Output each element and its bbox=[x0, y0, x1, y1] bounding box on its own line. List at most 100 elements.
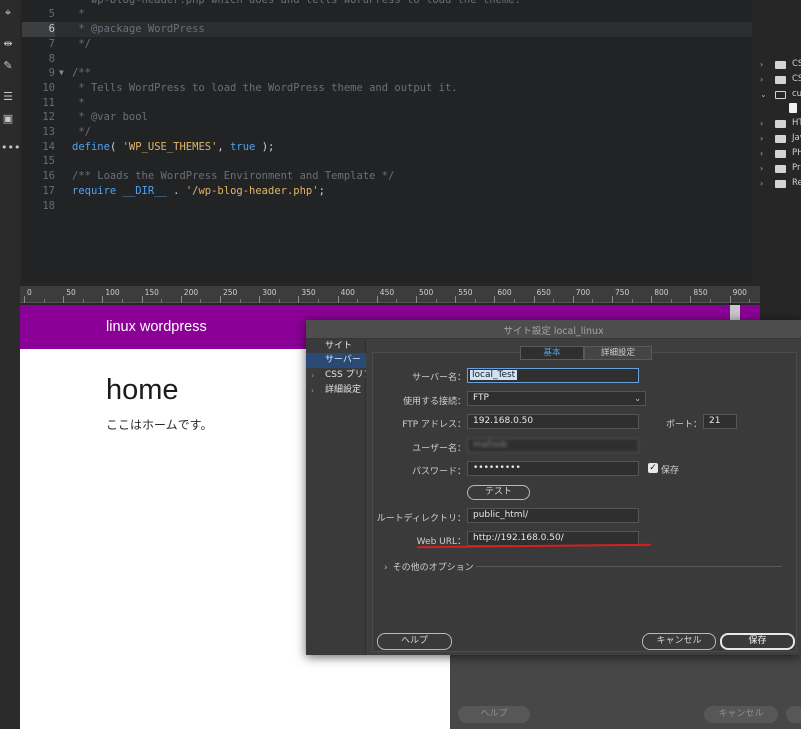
dialog-sidebar-label: CSS プリプロセッサー bbox=[325, 370, 366, 380]
code-token: ; bbox=[318, 184, 325, 197]
ruler-tick bbox=[690, 296, 692, 303]
code-text: * wp-blog-header.php which does and tell… bbox=[72, 0, 521, 7]
file-tree-label: cu bbox=[792, 89, 801, 99]
chevron-right-icon[interactable]: › bbox=[760, 146, 763, 161]
file-tree-item[interactable]: › PH bbox=[754, 146, 801, 161]
code-line[interactable]: 5 * bbox=[22, 7, 752, 22]
ruler-tick bbox=[337, 296, 339, 303]
code-editor[interactable]: * wp-blog-header.php which does and tell… bbox=[22, 0, 752, 283]
ruler-label: 900 bbox=[732, 288, 747, 297]
file-tree-item[interactable]: › Jav bbox=[754, 131, 801, 146]
code-token: /** bbox=[72, 67, 91, 80]
ruler-label: 300 bbox=[262, 288, 277, 297]
ruler-label: 750 bbox=[615, 288, 630, 297]
split-icon[interactable]: ⇹ bbox=[1, 37, 15, 51]
username-input[interactable]: mafoob bbox=[467, 438, 639, 453]
ruler-label: 150 bbox=[144, 288, 159, 297]
save-password-checkbox[interactable]: ✓ bbox=[648, 463, 658, 473]
connection-select[interactable]: FTP ⌄ bbox=[467, 391, 646, 406]
ruler-tick bbox=[259, 296, 261, 303]
ruler-label: 550 bbox=[458, 288, 473, 297]
code-line[interactable]: 11 * bbox=[22, 96, 752, 111]
code-line[interactable]: 18 bbox=[22, 199, 752, 214]
chevron-right-icon: › bbox=[311, 371, 315, 380]
wand-icon[interactable]: ✎ bbox=[1, 59, 15, 73]
code-text: define( 'WP_USE_THEMES', true ); bbox=[72, 140, 274, 155]
chevron-right-icon[interactable]: › bbox=[760, 176, 763, 191]
dialog-sidebar-item[interactable]: › CSS プリプロセッサー bbox=[306, 368, 366, 383]
ruler-tick bbox=[651, 296, 653, 303]
ruler-label: 0 bbox=[27, 288, 32, 297]
chevron-down-icon[interactable]: ⌄ bbox=[760, 87, 767, 102]
code-line[interactable]: 8 bbox=[22, 52, 752, 67]
chevron-right-icon[interactable]: › bbox=[760, 161, 763, 176]
code-token: * wp-blog-header.php which does and tell… bbox=[72, 0, 521, 6]
ruler-minor-tick bbox=[435, 299, 437, 303]
tab-advanced[interactable]: 詳細設定 bbox=[584, 346, 652, 360]
fold-triangle-icon[interactable]: ▼ bbox=[59, 66, 64, 81]
port-input[interactable]: 21 bbox=[703, 414, 737, 429]
cancel-button[interactable]: キャンセル bbox=[642, 633, 716, 650]
code-token: __DIR__ bbox=[122, 184, 167, 197]
ftp-address-input[interactable]: 192.168.0.50 bbox=[467, 414, 639, 429]
folder-icon bbox=[775, 135, 786, 143]
ruler-minor-tick bbox=[200, 299, 202, 303]
ruler-minor-tick bbox=[474, 299, 476, 303]
code-line[interactable]: 14 define( 'WP_USE_THEMES', true ); bbox=[22, 140, 752, 155]
code-line[interactable]: 16 /** Loads the WordPress Environment an… bbox=[22, 169, 752, 184]
ruler-tick bbox=[572, 296, 574, 303]
dialog-sidebar-item[interactable]: サイト bbox=[306, 339, 366, 354]
dialog-sidebar-label: サイト bbox=[325, 341, 353, 351]
code-line[interactable]: 10 * Tells WordPress to load the WordPre… bbox=[22, 81, 752, 96]
file-tree-item[interactable] bbox=[754, 101, 801, 116]
save-button[interactable]: 保存 bbox=[720, 633, 795, 650]
dialog-sidebar-item[interactable]: サーバー bbox=[306, 353, 366, 368]
code-line[interactable]: 13 */ bbox=[22, 125, 752, 140]
server-name-input[interactable]: local_Test bbox=[467, 368, 639, 383]
chevron-right-icon[interactable]: › bbox=[760, 72, 763, 87]
code-line[interactable]: 12 * @var bool bbox=[22, 110, 752, 125]
file-tree-item[interactable]: › CS bbox=[754, 57, 801, 72]
page-heading: home bbox=[106, 374, 179, 406]
chevron-right-icon[interactable]: › bbox=[760, 131, 763, 146]
code-line[interactable]: 7 */ bbox=[22, 37, 752, 52]
dialog-title: サイト設定 local_linux bbox=[503, 326, 604, 337]
inspect-icon[interactable]: ▣ bbox=[1, 112, 15, 126]
file-tree-item[interactable]: › CS bbox=[754, 72, 801, 87]
file-tree-item[interactable]: › Re bbox=[754, 176, 801, 191]
code-line[interactable]: 17 require __DIR__ . '/wp-blog-header.php… bbox=[22, 184, 752, 199]
line-number: 9 bbox=[48, 67, 55, 80]
code-text: */ bbox=[72, 37, 91, 52]
file-tree-item[interactable]: › HT bbox=[754, 116, 801, 131]
site-title[interactable]: linux wordpress bbox=[106, 319, 207, 335]
help-button[interactable]: ヘルプ bbox=[377, 633, 452, 650]
more-icon[interactable]: ••• bbox=[1, 141, 20, 155]
line-number: 10 bbox=[42, 81, 55, 94]
more-options-toggle[interactable]: › その他のオプション bbox=[384, 560, 474, 573]
background-cancel-button[interactable]: キャンセル bbox=[704, 706, 778, 723]
folder-icon bbox=[775, 120, 786, 128]
crosshair-icon[interactable]: ⌖ bbox=[1, 6, 15, 20]
dialog-titlebar[interactable]: サイト設定 local_linux bbox=[306, 320, 801, 339]
code-line[interactable]: 6 * @package WordPress bbox=[22, 22, 752, 37]
file-tree-item[interactable]: › Pr bbox=[754, 161, 801, 176]
code-line[interactable]: * wp-blog-header.php which does and tell… bbox=[22, 0, 752, 7]
file-icon bbox=[789, 103, 797, 113]
ruler-tick bbox=[180, 296, 182, 303]
background-save-button[interactable] bbox=[786, 706, 801, 723]
ruler-minor-tick bbox=[82, 299, 84, 303]
ruler-tick bbox=[416, 296, 417, 303]
comment-icon[interactable]: ☰ bbox=[1, 90, 15, 104]
ruler-tick bbox=[102, 296, 104, 303]
dialog-sidebar-item[interactable]: › 詳細設定 bbox=[306, 383, 366, 398]
chevron-right-icon[interactable]: › bbox=[760, 116, 763, 131]
file-tree-item[interactable]: ⌄ cu bbox=[754, 87, 801, 102]
background-help-button[interactable]: ヘルプ bbox=[458, 706, 530, 723]
tab-basic[interactable]: 基本 bbox=[520, 346, 584, 360]
test-button[interactable]: テスト bbox=[467, 485, 530, 500]
code-line[interactable]: 9 ▼ /** bbox=[22, 66, 752, 81]
password-input[interactable]: ••••••••• bbox=[467, 461, 639, 476]
chevron-right-icon[interactable]: › bbox=[760, 57, 763, 72]
root-directory-input[interactable]: public_html/ bbox=[467, 508, 639, 523]
code-line[interactable]: 15 bbox=[22, 154, 752, 169]
